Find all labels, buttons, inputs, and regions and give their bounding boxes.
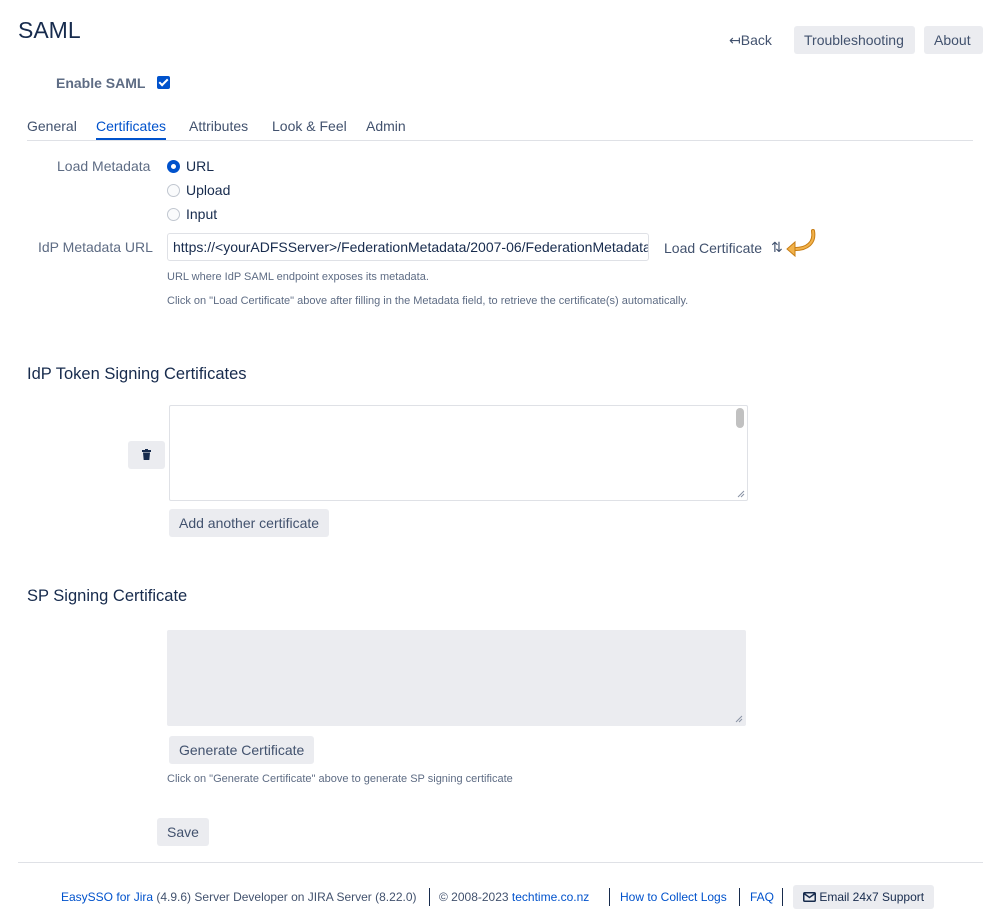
troubleshooting-button[interactable]: Troubleshooting (794, 26, 915, 54)
footer-divider (18, 862, 983, 863)
footer-product-info: EasySSO for Jira (4.9.6) Server Develope… (61, 890, 417, 904)
back-arrow-icon: ↤ (729, 32, 741, 48)
tab-bar: General Certificates Attributes Look & F… (27, 112, 973, 141)
radio-input[interactable] (167, 208, 180, 221)
trash-icon (142, 449, 151, 460)
enable-saml-checkbox[interactable] (157, 76, 170, 89)
faq-link[interactable]: FAQ (750, 890, 774, 904)
about-button[interactable]: About (924, 26, 983, 54)
page-title: SAML (18, 17, 81, 43)
product-version-text: (4.9.6) Server Developer on JIRA Server … (156, 890, 417, 904)
pointer-arrow-icon (786, 229, 816, 258)
tab-attributes[interactable]: Attributes (189, 118, 248, 140)
footer-separator (739, 888, 740, 906)
delete-certificate-button[interactable] (128, 441, 165, 469)
sp-cert-heading: SP Signing Certificate (27, 587, 188, 605)
tab-certificates[interactable]: Certificates (96, 118, 167, 140)
footer-copyright: © 2008-2023 techtime.co.nz (439, 890, 589, 904)
company-link[interactable]: techtime.co.nz (512, 890, 589, 904)
radio-input-label: Input (186, 206, 218, 222)
swap-arrows-icon[interactable]: ⇅ (771, 239, 783, 256)
radio-upload-label: Upload (186, 182, 231, 198)
idp-metadata-url-input[interactable]: https://<yourADFSServer>/FederationMetad… (167, 233, 649, 261)
idp-certificate-textarea[interactable] (169, 405, 748, 501)
email-support-label: Email 24x7 Support (819, 890, 925, 904)
enable-saml-label: Enable SAML (56, 75, 146, 91)
load-certificate-button[interactable]: Load Certificate (664, 240, 762, 256)
radio-upload[interactable] (167, 184, 180, 197)
footer-separator (782, 888, 783, 906)
email-support-button[interactable]: Email 24x7 Support (793, 885, 935, 909)
idp-metadata-url-label: IdP Metadata URL (38, 239, 153, 255)
radio-url-label: URL (186, 158, 215, 174)
back-label: Back (740, 32, 772, 48)
footer-separator (429, 888, 430, 906)
save-button[interactable]: Save (157, 818, 209, 846)
footer-logs: How to Collect Logs (620, 890, 727, 904)
generate-certificate-button[interactable]: Generate Certificate (169, 736, 315, 764)
sp-certificate-textarea (167, 630, 746, 726)
load-certificate-help-text: Click on "Load Certificate" above after … (167, 295, 689, 307)
load-metadata-label: Load Metadata (57, 158, 151, 174)
radio-url[interactable] (167, 160, 180, 173)
resize-handle-icon[interactable] (734, 714, 743, 723)
copyright-text: © 2008-2023 (439, 890, 509, 904)
add-certificate-button[interactable]: Add another certificate (169, 509, 330, 537)
idp-certs-heading: IdP Token Signing Certificates (27, 365, 247, 383)
generate-help-text: Click on "Generate Certificate" above to… (167, 773, 513, 785)
textarea-scrollbar[interactable] (736, 408, 744, 428)
tab-admin[interactable]: Admin (366, 118, 406, 140)
collect-logs-link[interactable]: How to Collect Logs (620, 890, 727, 904)
url-help-text: URL where IdP SAML endpoint exposes its … (167, 271, 429, 283)
product-link[interactable]: EasySSO for Jira (61, 890, 153, 904)
resize-handle-icon[interactable] (736, 489, 745, 498)
tab-general[interactable]: General (27, 118, 77, 140)
envelope-icon (803, 892, 816, 902)
tab-look-and-feel[interactable]: Look & Feel (272, 118, 347, 140)
back-link[interactable]: ↤Back (729, 26, 772, 54)
footer-separator (609, 888, 610, 906)
footer-faq: FAQ (750, 890, 774, 904)
